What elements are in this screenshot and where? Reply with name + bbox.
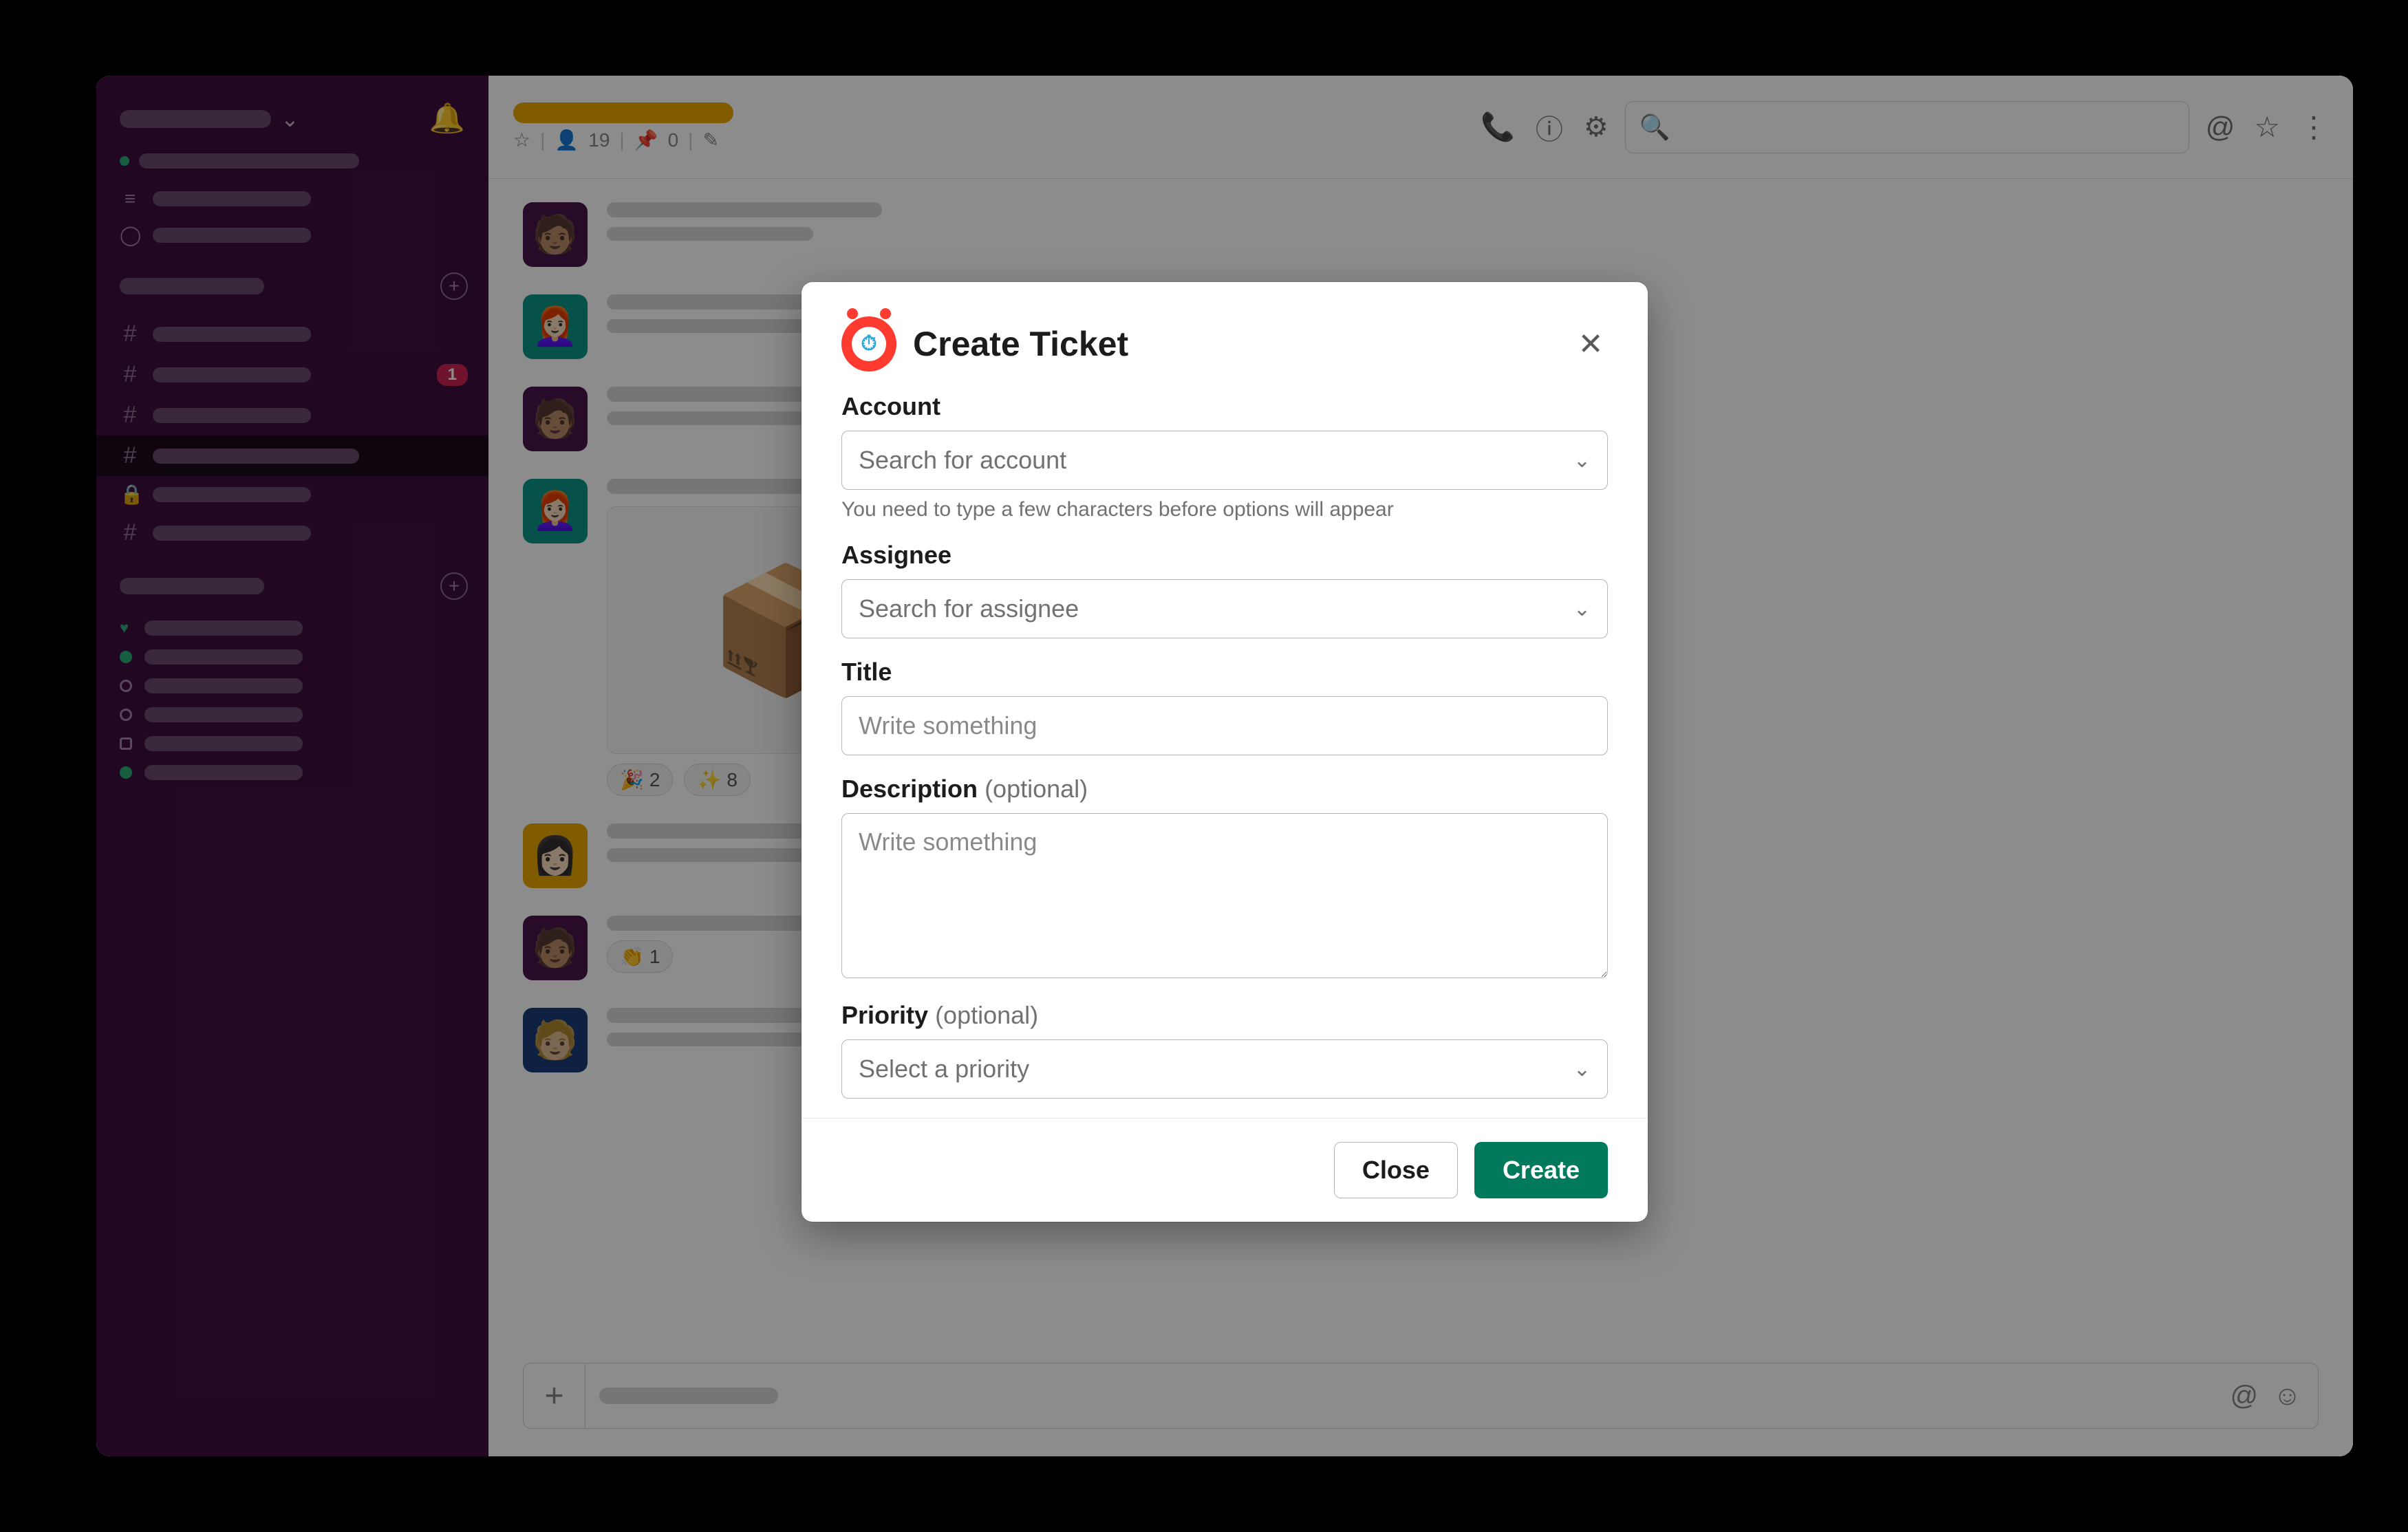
close-button[interactable]: Close	[1334, 1142, 1458, 1198]
chevron-down-icon: ⌄	[1573, 1057, 1591, 1081]
assignee-label: Assignee	[841, 541, 1608, 570]
priority-select[interactable]: Select a priority ⌄	[841, 1039, 1608, 1099]
title-label: Title	[841, 658, 1608, 687]
close-icon[interactable]: ✕	[1573, 327, 1608, 362]
account-placeholder: Search for account	[859, 446, 1066, 475]
assignee-placeholder: Search for assignee	[859, 594, 1079, 623]
create-button[interactable]: Create	[1474, 1142, 1608, 1198]
description-textarea[interactable]	[841, 813, 1608, 978]
chevron-down-icon: ⌄	[1573, 597, 1591, 621]
title-input[interactable]	[841, 696, 1608, 755]
priority-label: Priority (optional)	[841, 1001, 1608, 1030]
slack-window: ⌄ 🔔 ≡ ◯ +	[96, 76, 2353, 1456]
assignee-select[interactable]: Search for assignee ⌄	[841, 579, 1608, 638]
app-logo-icon: ⏱	[841, 316, 896, 371]
priority-placeholder: Select a priority	[859, 1055, 1029, 1083]
account-select[interactable]: Search for account ⌄	[841, 431, 1608, 490]
chevron-down-icon: ⌄	[1573, 449, 1591, 473]
create-ticket-modal: ⏱ Create Ticket ✕ Account Search for acc…	[802, 282, 1648, 1222]
modal-title: Create Ticket	[913, 324, 1128, 364]
account-label: Account	[841, 392, 1608, 421]
description-label: Description (optional)	[841, 775, 1608, 803]
account-hint: You need to type a few characters before…	[841, 498, 1608, 521]
